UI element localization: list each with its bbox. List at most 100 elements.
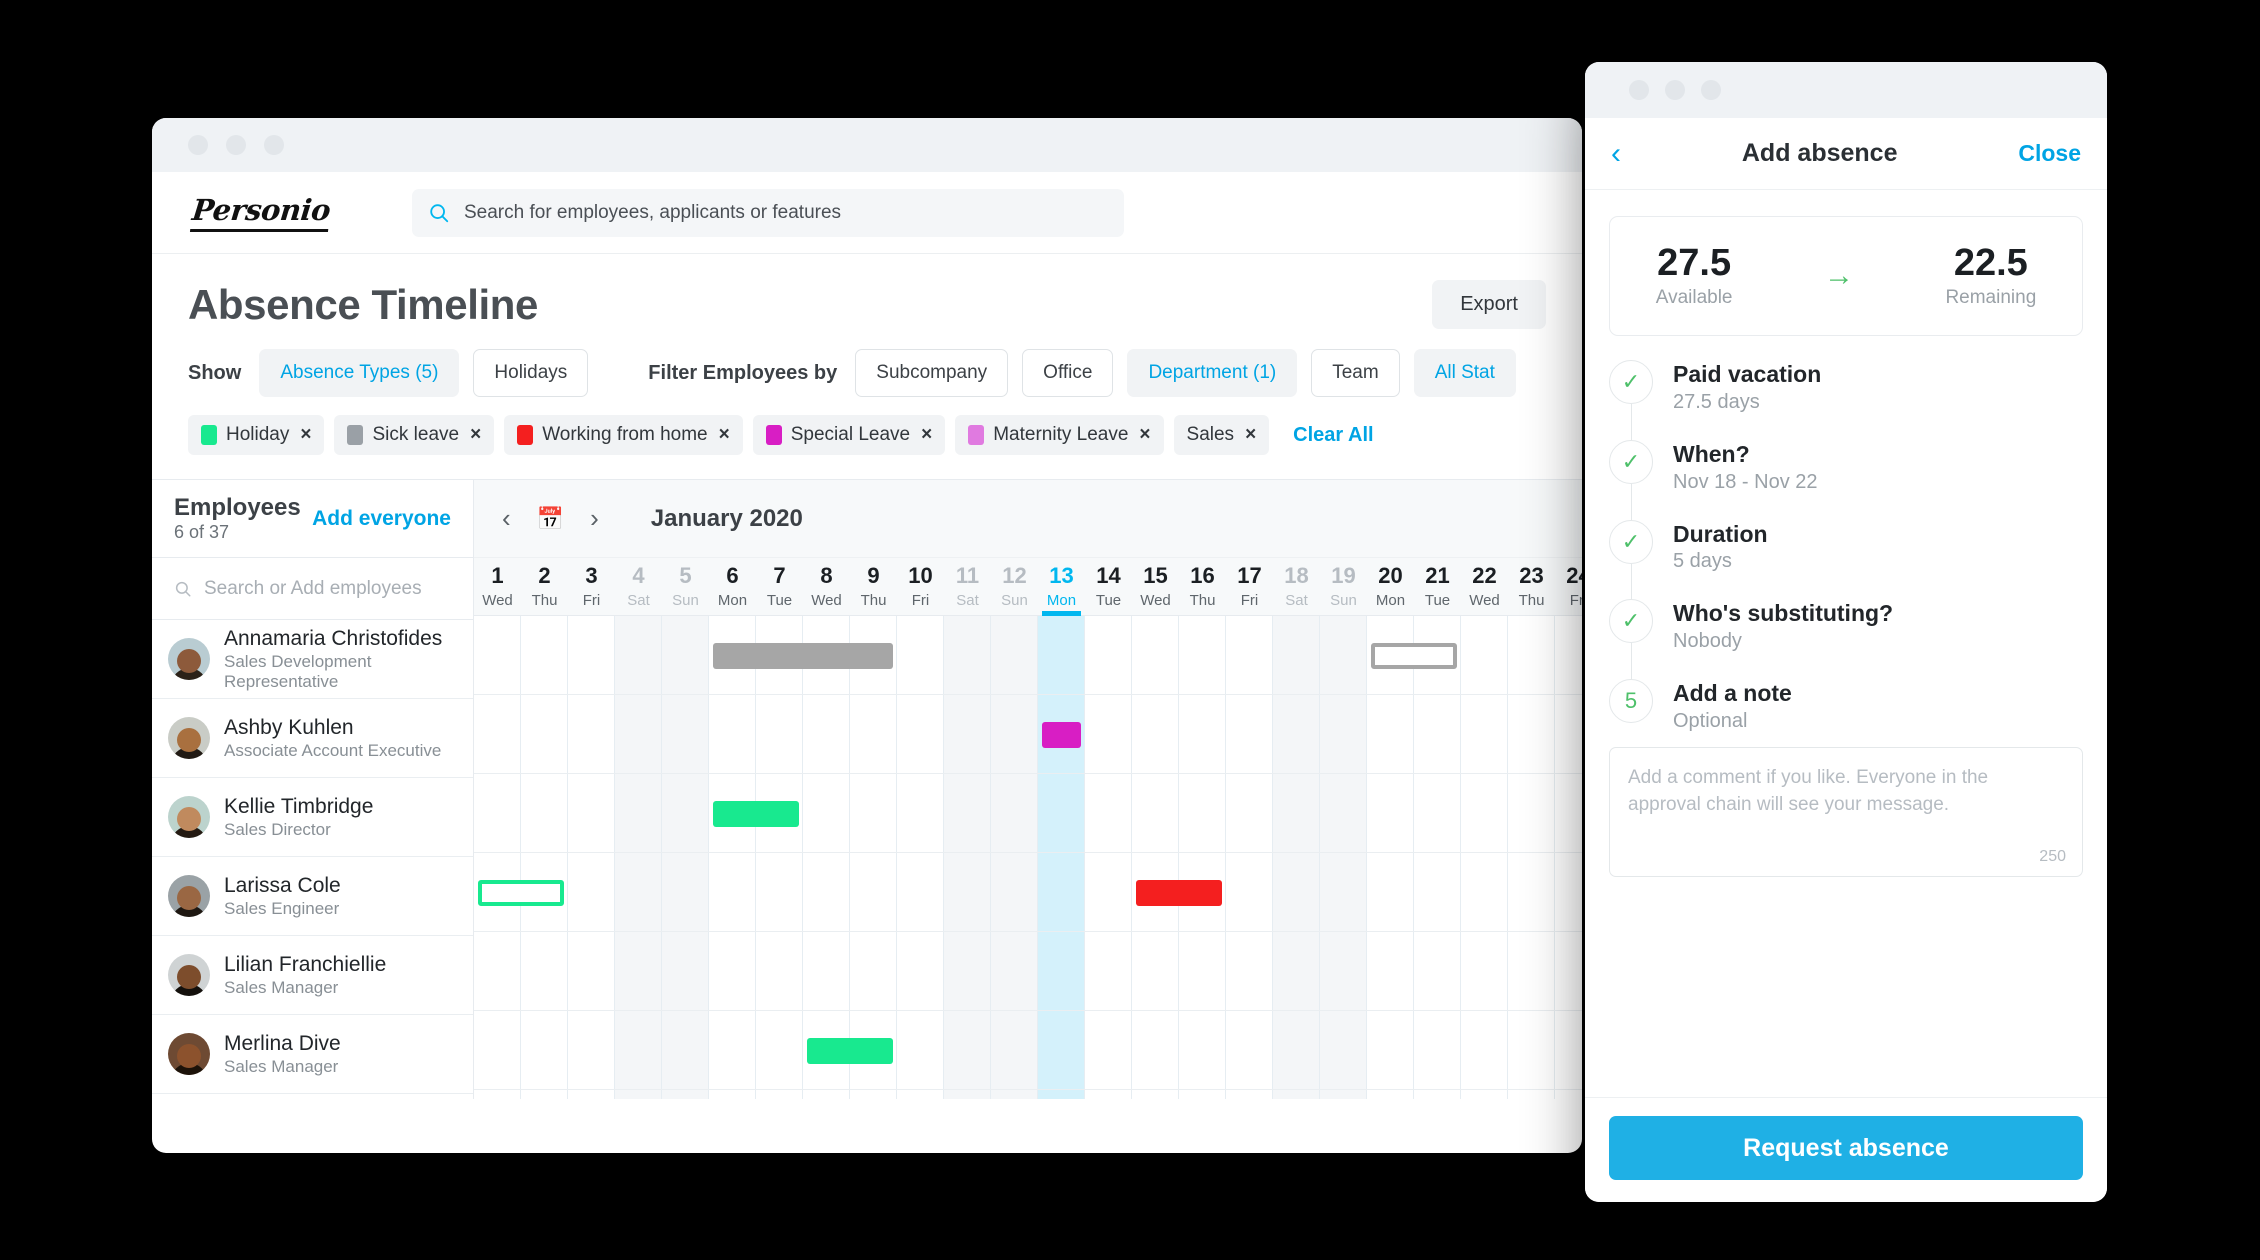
timeline-row[interactable] [474,932,1582,1011]
step-connector-line [1630,404,1632,440]
timeline-day-cell[interactable]: 23 Thu [1508,558,1555,615]
day-weekday: Wed [482,591,513,609]
request-step[interactable]: ✓ Who's substituting? Nobody [1609,599,2083,679]
timeline-day-cell[interactable]: 5 Sun [662,558,709,615]
absence-bar[interactable] [1136,879,1222,906]
timeline-day-cell[interactable]: 15 Wed [1132,558,1179,615]
filter-office-button[interactable]: Office [1022,349,1114,397]
day-weekday: Thu [1189,591,1216,609]
filter-department-button[interactable]: Department (1) [1127,349,1298,397]
window-maximize-dot[interactable] [264,135,284,155]
window-maximize-dot[interactable] [1701,80,1721,100]
show-label: Show [188,361,242,384]
clear-all-filters-link[interactable]: Clear All [1293,424,1373,447]
request-absence-button[interactable]: Request absence [1609,1116,2083,1180]
absence-bar[interactable] [807,1037,893,1064]
employee-row[interactable]: Ashby Kuhlen Associate Account Executive [152,699,473,778]
filter-team-button[interactable]: Team [1311,349,1400,397]
timeline-row[interactable] [474,774,1582,853]
window-close-dot[interactable] [188,135,208,155]
chevron-left-icon[interactable]: ‹ [502,503,511,534]
chip-remove-icon-maternity-leave[interactable]: × [1139,424,1150,446]
chip-working-from-home[interactable]: Working from home × [504,415,743,455]
timeline-day-cell[interactable]: 6 Mon [709,558,756,615]
timeline-day-cell[interactable]: 9 Thu [850,558,897,615]
personio-logo[interactable]: Personio [182,193,362,232]
close-button[interactable]: Close [2018,140,2081,167]
chip-maternity-leave[interactable]: Maternity Leave × [955,415,1164,455]
chip-remove-icon-holiday[interactable]: × [300,424,311,446]
chip-remove-icon-sick-leave[interactable]: × [470,424,481,446]
timeline-row[interactable] [474,853,1582,932]
chip-remove-icon-special-leave[interactable]: × [921,424,932,446]
timeline-day-cell[interactable]: 3 Fri [568,558,615,615]
filter-holidays-button[interactable]: Holidays [473,349,589,397]
filter-absence-types-button[interactable]: Absence Types (5) [259,349,460,397]
timeline-day-cell[interactable]: 2 Thu [521,558,568,615]
window-close-dot[interactable] [1629,80,1649,100]
timeline-day-cell[interactable]: 12 Sun [991,558,1038,615]
employee-row[interactable]: Merlina Dive Sales Manager [152,1015,473,1094]
absence-bar[interactable] [713,642,893,669]
chip-remove-icon-sales[interactable]: × [1245,424,1256,446]
absence-bar[interactable] [478,879,564,906]
timeline-day-cell[interactable]: 1 Wed [474,558,521,615]
chevron-right-icon[interactable]: › [590,503,599,534]
avatar [168,875,210,917]
window-titlebar [152,118,1582,172]
timeline-day-cell[interactable]: 22 Wed [1461,558,1508,615]
employee-row[interactable]: Annamaria Christofides Sales Development … [152,620,473,699]
employee-search-input[interactable]: Search or Add employees [152,558,473,620]
timeline-day-cell[interactable]: 17 Fri [1226,558,1273,615]
chip-remove-icon-working-from-home[interactable]: × [719,424,730,446]
chevron-left-icon[interactable]: ‹ [1611,138,1621,169]
timeline-day-cell[interactable]: 16 Thu [1179,558,1226,615]
day-number: 6 [726,562,739,588]
global-search-box[interactable]: Search for employees, applicants or feat… [412,188,1124,237]
chip-holiday[interactable]: Holiday × [188,415,325,455]
employee-row[interactable]: Lilian Franchiellie Sales Manager [152,936,473,1015]
timeline-day-cell[interactable]: 4 Sat [615,558,662,615]
timeline-day-cell[interactable]: 19 Sun [1320,558,1367,615]
day-weekday: Mon [1375,591,1406,609]
absence-bar[interactable] [1371,642,1457,669]
window-minimize-dot[interactable] [1665,80,1685,100]
calendar-icon[interactable]: 📅 [537,506,564,532]
window-minimize-dot[interactable] [226,135,246,155]
request-step[interactable]: ✓ When? Nov 18 - Nov 22 [1609,439,2083,520]
day-weekday: Tue [1095,591,1122,609]
absence-bar[interactable] [1042,721,1081,748]
timeline-day-cell[interactable]: 24 Fri [1555,558,1582,615]
chip-sick-leave[interactable]: Sick leave × [334,415,495,455]
employee-row[interactable]: Larissa Cole Sales Engineer [152,857,473,936]
timeline-day-cell[interactable]: 11 Sat [944,558,991,615]
absence-bar[interactable] [713,800,799,827]
note-textarea[interactable]: Add a comment if you like. Everyone in t… [1609,746,2083,877]
day-weekday: Sat [1285,591,1308,609]
day-number: 10 [908,562,933,588]
filter-all-status-button[interactable]: All Stat [1413,349,1516,397]
timeline-day-cell[interactable]: 14 Tue [1085,558,1132,615]
timeline-day-cell[interactable]: 10 Fri [897,558,944,615]
timeline-day-cell[interactable]: 21 Tue [1414,558,1461,615]
timeline-day-cell[interactable]: 20 Mon [1367,558,1414,615]
day-weekday: Fri [582,591,601,609]
search-icon [430,203,449,222]
add-everyone-link[interactable]: Add everyone [312,507,451,531]
timeline-row[interactable] [474,1011,1582,1090]
timeline-day-cell[interactable]: 8 Wed [803,558,850,615]
chip-sales[interactable]: Sales × [1173,415,1270,455]
timeline-row[interactable] [474,695,1582,774]
request-step[interactable]: 5 Add a note Optional [1609,679,2083,743]
timeline-day-cell[interactable]: 7 Tue [756,558,803,615]
chip-special-leave[interactable]: Special Leave × [752,415,946,455]
export-button[interactable]: Export [1432,280,1546,329]
timeline-day-cell[interactable]: 13 Mon [1038,558,1085,616]
timeline-day-cell[interactable]: 18 Sat [1273,558,1320,615]
modal-title: Add absence [1741,139,1898,167]
employee-row[interactable]: Kellie Timbridge Sales Director [152,778,473,857]
filter-subcompany-button[interactable]: Subcompany [855,349,1009,397]
request-step[interactable]: ✓ Paid vacation 27.5 days [1609,360,2083,440]
day-number: 5 [679,562,692,588]
request-step[interactable]: ✓ Duration 5 days [1609,519,2083,600]
